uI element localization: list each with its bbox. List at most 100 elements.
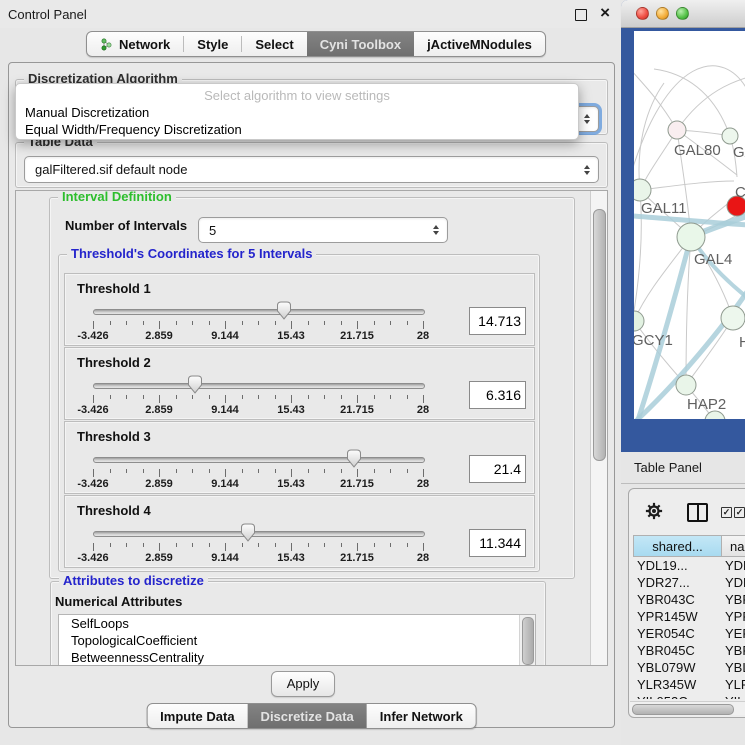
cell-shared-name[interactable]: YDL19...: [633, 557, 720, 574]
attributes-group: Attributes to discretize Numerical Attri…: [50, 581, 546, 666]
slider-track[interactable]: [93, 457, 425, 463]
cell-shared-name[interactable]: YIL052C: [633, 693, 720, 699]
slider-tick: [143, 321, 144, 325]
pane-scrollbar-track[interactable]: [590, 191, 607, 665]
numerical-attributes-list[interactable]: SelfLoopsTopologicalCoefficientBetweenne…: [58, 614, 536, 666]
network-node[interactable]: [721, 306, 745, 330]
threshold-value-field[interactable]: 14.713: [469, 307, 526, 335]
float-window-icon[interactable]: [575, 9, 587, 21]
split-view-icon[interactable]: [687, 503, 708, 522]
list-scrollbar-thumb[interactable]: [522, 617, 534, 665]
combo-stepper-icon: [433, 225, 439, 235]
checkbox-icon[interactable]: ✓: [721, 507, 732, 518]
bottom-tab-impute-data[interactable]: Impute Data: [147, 704, 247, 728]
slider-tick: [275, 543, 276, 547]
network-node-label: GAL80: [674, 142, 721, 159]
algorithm-option[interactable]: Manual Discretization: [16, 104, 578, 121]
network-node[interactable]: [677, 223, 705, 251]
traffic-light-close-icon[interactable]: [636, 7, 649, 20]
threshold-value-field[interactable]: 6.316: [469, 381, 526, 409]
cell-name[interactable]: YIL052C: [720, 693, 745, 699]
cell-name[interactable]: YLR345W: [720, 676, 745, 693]
gear-icon[interactable]: [645, 502, 663, 520]
network-node[interactable]: [722, 128, 738, 144]
table-hscrollbar-track[interactable]: [630, 701, 745, 715]
tab-cyni-toolbox[interactable]: Cyni Toolbox: [307, 32, 414, 56]
slider-scale-label: 2.859: [145, 552, 173, 564]
table-row[interactable]: YBR043CYBR043C: [633, 591, 745, 608]
threshold-label: Threshold 1: [77, 281, 151, 296]
cell-name[interactable]: YBL079W: [720, 659, 745, 676]
tab-style[interactable]: Style: [184, 32, 241, 56]
attribute-list-item[interactable]: BetweennessCentrality: [59, 649, 535, 666]
pane-scrollbar-thumb[interactable]: [593, 209, 606, 461]
network-node-label: GA: [733, 144, 745, 161]
list-scrollbar-track[interactable]: [519, 615, 535, 666]
cell-name[interactable]: YPR145W: [720, 608, 745, 625]
cell-shared-name[interactable]: YPR145W: [633, 608, 720, 625]
table-hscrollbar-thumb[interactable]: [632, 704, 734, 715]
network-node[interactable]: [634, 311, 644, 331]
slider-track[interactable]: [93, 531, 425, 537]
traffic-light-minimize-icon[interactable]: [656, 7, 669, 20]
cell-name[interactable]: YER054C: [720, 625, 745, 642]
bottom-tab-discretize-data[interactable]: Discretize Data: [248, 704, 367, 728]
bottom-tab-infer-network[interactable]: Infer Network: [367, 704, 476, 728]
traffic-light-zoom-icon[interactable]: [676, 7, 689, 20]
attribute-list-item[interactable]: TopologicalCoefficient: [59, 632, 535, 649]
algorithm-placeholder-option[interactable]: Select algorithm to view settings: [16, 87, 578, 104]
table-row[interactable]: YPR145WYPR145W: [633, 608, 745, 625]
table-data-combobox[interactable]: galFiltered.sif default node: [24, 156, 599, 183]
slider-track[interactable]: [93, 309, 425, 315]
tab-network[interactable]: Network: [87, 32, 183, 56]
slider-tick: [374, 543, 375, 547]
slider-scale: -3.4262.8599.14415.4321.71528: [93, 478, 423, 490]
network-node[interactable]: [676, 375, 696, 395]
table-row[interactable]: YBR045CYBR045C: [633, 642, 745, 659]
close-icon[interactable]: ×: [600, 3, 610, 23]
slider-track[interactable]: [93, 383, 425, 389]
table-row[interactable]: YIL052CYIL052C: [633, 693, 745, 699]
cell-shared-name[interactable]: YER054C: [633, 625, 720, 642]
network-window-titlebar[interactable]: [621, 0, 745, 28]
cell-shared-name[interactable]: YBR043C: [633, 591, 720, 608]
slider-tick: [275, 469, 276, 473]
column-header-shared[interactable]: shared...: [633, 535, 722, 557]
slider-scale: -3.4262.8599.14415.4321.71528: [93, 404, 423, 416]
slider-handle[interactable]: [187, 375, 203, 394]
algorithm-option[interactable]: Equal Width/Frequency Discretization: [16, 121, 578, 138]
column-header-name[interactable]: name: [722, 535, 745, 557]
table-row[interactable]: YDL19...YDL19...: [633, 557, 745, 574]
threshold-value-field[interactable]: 11.344: [469, 529, 526, 557]
cell-shared-name[interactable]: YBL079W: [633, 659, 720, 676]
number-of-intervals-combobox[interactable]: 5: [198, 217, 448, 243]
tab-jactivemnodules[interactable]: jActiveMNodules: [414, 32, 545, 56]
cell-shared-name[interactable]: YBR045C: [633, 642, 720, 659]
table-row[interactable]: YBL079WYBL079W: [633, 659, 745, 676]
cell-name[interactable]: YDR27...: [720, 574, 745, 591]
threshold-value-field[interactable]: 21.4: [469, 455, 526, 483]
apply-button[interactable]: Apply: [271, 671, 335, 697]
slider-tick: [291, 395, 292, 403]
network-canvas[interactable]: GAL80GACGAL11GAL4GCY1HHAP2: [634, 31, 745, 419]
checkbox-icon[interactable]: ✓: [734, 507, 745, 518]
network-node[interactable]: [668, 121, 686, 139]
cell-name[interactable]: YDL19...: [720, 557, 745, 574]
cell-shared-name[interactable]: YLR345W: [633, 676, 720, 693]
slider-scale-label: -3.426: [77, 330, 108, 342]
cell-shared-name[interactable]: YDR27...: [633, 574, 720, 591]
tab-select[interactable]: Select: [242, 32, 306, 56]
table-panel-titlebar: Table Panel: [621, 452, 745, 484]
network-node-label: GAL4: [694, 251, 732, 268]
attribute-list-item[interactable]: SelfLoops: [59, 615, 535, 632]
slider-handle[interactable]: [240, 523, 256, 542]
cell-name[interactable]: YBR043C: [720, 591, 745, 608]
table-row[interactable]: YDR27...YDR27...: [633, 574, 745, 591]
network-node[interactable]: [634, 179, 651, 201]
cell-name[interactable]: YBR045C: [720, 642, 745, 659]
slider-tick: [242, 395, 243, 399]
table-row[interactable]: YER054CYER054C: [633, 625, 745, 642]
slider-handle[interactable]: [346, 449, 362, 468]
slider-handle[interactable]: [276, 301, 292, 320]
table-row[interactable]: YLR345WYLR345W: [633, 676, 745, 693]
